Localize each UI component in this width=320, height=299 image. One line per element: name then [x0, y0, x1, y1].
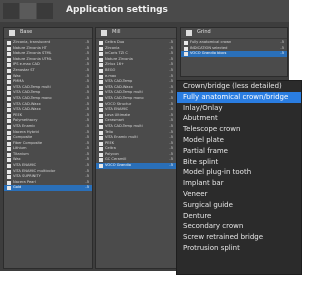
material-checkbox[interactable] — [7, 74, 11, 79]
material-rows: Zirconia, translucent -5 Nature Zirconia H… — [4, 39, 92, 192]
select-all-checkbox[interactable] — [9, 30, 15, 36]
dropdown-option[interactable]: Veneer — [177, 189, 301, 200]
material-checkbox[interactable] — [7, 119, 11, 124]
material-checkbox[interactable] — [99, 46, 103, 51]
material-checkbox[interactable] — [7, 102, 11, 107]
material-checkbox[interactable] — [7, 152, 11, 157]
material-checkbox[interactable] — [99, 91, 103, 96]
dropdown-option[interactable]: Protrusion splint — [177, 243, 301, 254]
material-name: Gold — [13, 185, 22, 190]
dropdown-option[interactable]: Abutment — [177, 113, 301, 124]
material-checkbox[interactable] — [7, 108, 11, 113]
dropdown-option[interactable]: Denture — [177, 211, 301, 222]
dropdown-option[interactable]: Telescope crown — [177, 124, 301, 135]
tab-icon-1[interactable] — [3, 3, 19, 19]
dropdown-option[interactable]: Model plug-in tooth — [177, 167, 301, 178]
material-checkbox[interactable] — [99, 52, 103, 57]
material-checkbox[interactable] — [99, 124, 103, 129]
material-checkbox[interactable] — [99, 147, 103, 152]
material-checkbox[interactable] — [7, 147, 11, 152]
material-checkbox[interactable] — [7, 169, 11, 174]
panel-header-label: Grind — [197, 29, 211, 35]
material-value: -5 — [169, 163, 173, 168]
material-checkbox[interactable] — [7, 164, 11, 169]
material-checkbox[interactable] — [7, 130, 11, 135]
dropdown-option[interactable]: Fully anatomical crown/bridge — [177, 91, 301, 103]
material-checkbox[interactable] — [7, 113, 11, 118]
material-checkbox[interactable] — [7, 175, 11, 180]
material-checkbox[interactable] — [99, 74, 103, 79]
material-checkbox[interactable] — [7, 63, 11, 68]
material-row[interactable]: VOCO Grandio -5 — [96, 163, 176, 169]
material-rows: Celtra Duo -5 Zirconia -5 inCoris TZI C -5 Nat… — [96, 39, 176, 169]
window-title: Application settings — [66, 5, 168, 15]
panel-header: Base — [4, 28, 92, 39]
material-rows: Fully anatomical crown -5 INDICATION selec… — [181, 39, 287, 57]
panel-header-label: Base — [20, 29, 33, 35]
material-checkbox[interactable] — [99, 57, 103, 62]
material-checkbox[interactable] — [99, 141, 103, 146]
material-name: VOCO Grandio blocs — [190, 51, 227, 56]
dropdown-option[interactable]: Inlay/Onlay — [177, 103, 301, 114]
material-checkbox[interactable] — [7, 180, 11, 185]
material-checkbox[interactable] — [99, 152, 103, 157]
material-checkbox[interactable] — [99, 63, 103, 68]
material-value: -5 — [85, 185, 89, 190]
dropdown-option[interactable]: Partial frame — [177, 146, 301, 157]
material-list-right: Grind Fully anatomical crown -5 INDICATION… — [180, 27, 288, 77]
material-checkbox[interactable] — [99, 102, 103, 107]
material-checkbox[interactable] — [99, 164, 103, 169]
material-checkbox[interactable] — [7, 85, 11, 90]
material-name: VOCO Grandio — [105, 163, 131, 168]
material-checkbox[interactable] — [99, 119, 103, 124]
panel-header: Grind — [181, 28, 287, 39]
material-checkbox[interactable] — [99, 41, 103, 45]
material-checkbox[interactable] — [99, 85, 103, 90]
material-checkbox[interactable] — [184, 41, 188, 45]
material-checkbox[interactable] — [99, 68, 103, 73]
material-row[interactable]: Gold -5 — [4, 185, 92, 192]
material-checkbox[interactable] — [99, 108, 103, 113]
dropdown-option[interactable]: Surgical guide — [177, 200, 301, 211]
material-checkbox[interactable] — [99, 113, 103, 118]
material-checkbox[interactable] — [99, 158, 103, 163]
material-checkbox[interactable] — [7, 68, 11, 73]
dropdown-option[interactable]: Model plate — [177, 135, 301, 146]
material-checkbox[interactable] — [7, 158, 11, 163]
material-value: -5 — [280, 51, 284, 56]
material-checkbox[interactable] — [99, 136, 103, 141]
material-checkbox[interactable] — [7, 41, 11, 45]
panel-header: Mill — [96, 28, 176, 39]
select-all-checkbox[interactable] — [186, 30, 192, 36]
material-checkbox[interactable] — [7, 136, 11, 141]
material-checkbox[interactable] — [7, 96, 11, 101]
title-bar: Application settings — [0, 0, 289, 22]
select-all-checkbox[interactable] — [101, 30, 107, 36]
panel-header-label: Mill — [112, 29, 121, 35]
tab-icon-2[interactable] — [20, 3, 36, 19]
dropdown-option[interactable]: Bite splint — [177, 157, 301, 168]
material-checkbox[interactable] — [7, 91, 11, 96]
material-checkbox[interactable] — [7, 46, 11, 51]
material-list-left: Base Zirconia, translucent -5 Nature Zirco… — [3, 27, 93, 269]
dropdown-option[interactable]: Implant bar — [177, 178, 301, 189]
material-checkbox[interactable] — [99, 96, 103, 101]
material-checkbox[interactable] — [7, 57, 11, 62]
material-list-middle: Mill Celtra Duo -5 Zirconia -5 inCoris TZI C… — [95, 27, 177, 269]
dropdown-option[interactable]: Crown/bridge (less detailed) — [177, 81, 301, 92]
material-checkbox[interactable] — [99, 130, 103, 135]
material-checkbox[interactable] — [7, 124, 11, 129]
material-checkbox[interactable] — [7, 141, 11, 146]
material-checkbox[interactable] — [7, 186, 11, 191]
material-checkbox[interactable] — [7, 52, 11, 57]
material-checkbox[interactable] — [184, 46, 188, 51]
material-checkbox[interactable] — [184, 52, 188, 57]
material-row[interactable]: VOCO Grandio blocs -5 — [181, 51, 287, 57]
material-checkbox[interactable] — [99, 80, 103, 85]
dropdown-option[interactable]: Secondary crown — [177, 221, 301, 232]
material-checkbox[interactable] — [7, 80, 11, 85]
tab-icon-3[interactable] — [37, 3, 53, 19]
indication-dropdown-menu[interactable]: Crown/bridge (less detailed) Fully anatom… — [176, 80, 302, 275]
dropdown-option[interactable]: Screw retrained bridge — [177, 232, 301, 243]
